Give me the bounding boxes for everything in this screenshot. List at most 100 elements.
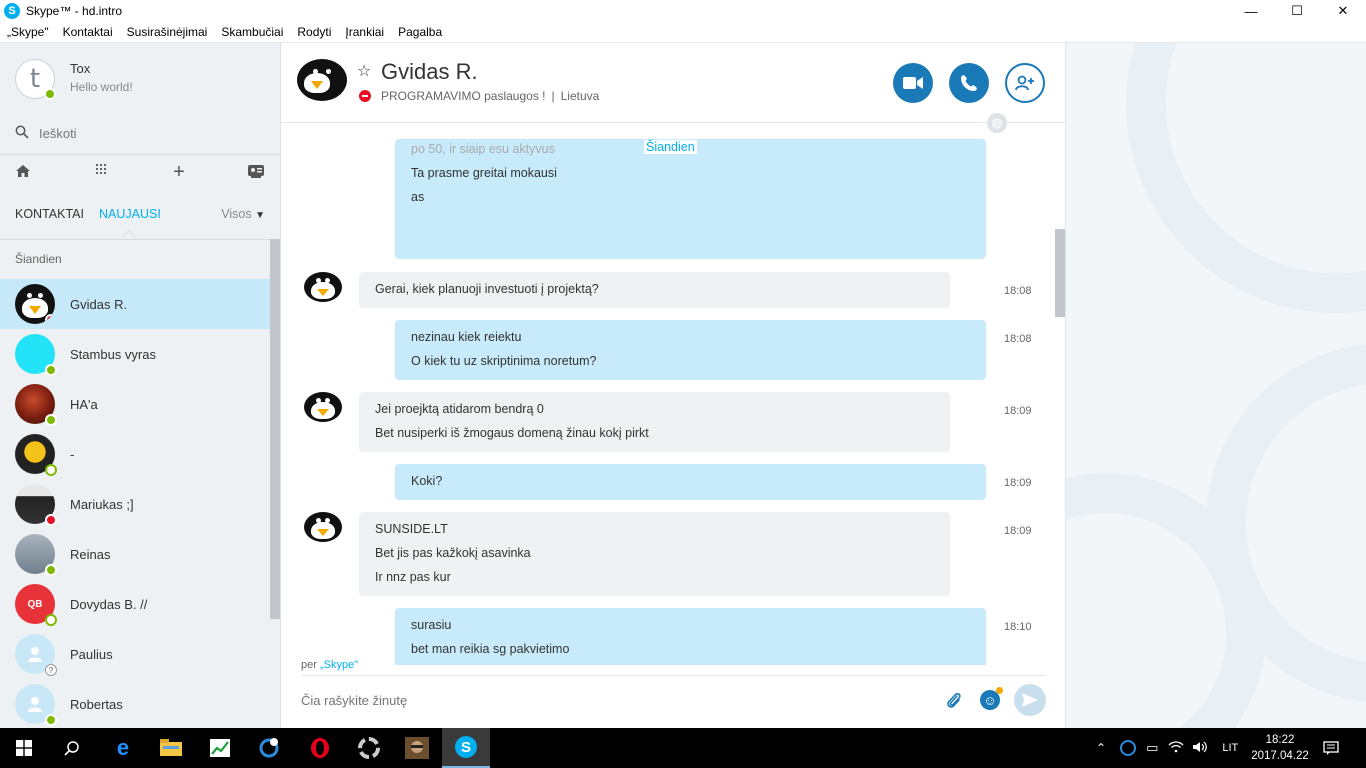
battery-icon[interactable]: ▭ xyxy=(1146,740,1158,756)
online-status-icon xyxy=(45,714,57,726)
file-explorer-icon[interactable] xyxy=(147,728,195,768)
message-line: Jei proejktą atidarom bendrą 0 xyxy=(375,402,544,416)
clock[interactable]: 18:22 2017.04.22 xyxy=(1248,732,1312,764)
menu-tools[interactable]: Įrankiai xyxy=(338,25,391,39)
input-language[interactable]: LIT xyxy=(1222,742,1238,754)
chevron-up-icon[interactable]: ⌃ xyxy=(1096,741,1106,755)
contact-avatar xyxy=(15,534,57,576)
search-icon xyxy=(15,125,33,142)
online-status-icon xyxy=(45,364,57,376)
close-button[interactable]: ✕ xyxy=(1320,0,1366,22)
skype-logo-icon: S xyxy=(455,736,477,758)
add-people-button[interactable] xyxy=(1005,63,1045,103)
menu-view[interactable]: Rodyti xyxy=(290,25,338,39)
contact-row[interactable]: - xyxy=(0,429,270,479)
plus-icon[interactable]: + xyxy=(169,162,189,182)
tab-recent[interactable]: NAUJAUSI xyxy=(99,207,161,221)
contact-row[interactable]: ? Paulius xyxy=(0,629,270,679)
contact-row[interactable]: QB Dovydas B. // xyxy=(0,579,270,629)
video-call-button[interactable] xyxy=(893,63,933,103)
online-status-icon xyxy=(44,88,56,100)
opera-browser-icon[interactable] xyxy=(296,728,344,768)
via-service-link[interactable]: „Skype" xyxy=(320,659,358,671)
contact-mood: PROGRAMAVIMO paslaugos ! | Lietuva xyxy=(359,89,599,103)
sync-app-icon[interactable] xyxy=(245,728,293,768)
menu-conversations[interactable]: Susirašinėjimai xyxy=(120,25,215,39)
message-input[interactable] xyxy=(301,693,901,708)
contact-avatar: ? xyxy=(15,634,57,676)
chevron-down-icon: ▼ xyxy=(255,210,265,221)
menu-contacts[interactable]: Kontaktai xyxy=(56,25,120,39)
my-profile[interactable]: t Tox Hello world! xyxy=(15,59,133,100)
my-avatar[interactable]: t xyxy=(15,59,56,100)
search-icon[interactable] xyxy=(48,728,96,768)
windows-taskbar: e S ⌃ ▭ LIT 18:22 2017.04.22 xyxy=(0,728,1366,768)
message-line: surasiu xyxy=(411,618,452,632)
outgoing-message: po 50, ir siaip esu aktyvus Ta prasme gr… xyxy=(395,139,986,259)
default-user-icon xyxy=(28,647,42,662)
contact-name: Mariukas ;] xyxy=(70,496,134,512)
send-icon xyxy=(1022,693,1038,707)
incoming-message: Jei proejktą atidarom bendrą 0 Bet nusip… xyxy=(359,392,950,452)
filter-label: Visos xyxy=(221,207,252,221)
sender-avatar xyxy=(304,512,342,542)
audio-call-button[interactable] xyxy=(949,63,989,103)
action-center-icon[interactable] xyxy=(1323,728,1339,768)
edge-browser-icon[interactable]: e xyxy=(99,728,147,768)
menu-skype[interactable]: „Skype" xyxy=(0,25,56,39)
conversation-header: ☆ Gvidas R. PROGRAMAVIMO paslaugos ! | L… xyxy=(281,43,1065,123)
day-separator: Šiandien xyxy=(644,140,697,154)
contact-avatar xyxy=(15,434,57,476)
dialpad-icon[interactable] xyxy=(91,163,111,182)
maximize-button[interactable]: ☐ xyxy=(1274,0,1320,22)
contact-row[interactable]: Reinas xyxy=(0,529,270,579)
message-timestamp: 18:08 xyxy=(1004,333,1032,345)
sidebar-scrollbar[interactable] xyxy=(270,239,280,619)
contact-row[interactable]: Gvidas R. xyxy=(0,279,270,329)
sync-tray-icon[interactable] xyxy=(1120,740,1137,756)
message-line: Gerai, kiek planuoji investuoti į projek… xyxy=(375,282,599,296)
outgoing-message: nezinau kiek reiektu O kiek tu uz skript… xyxy=(395,320,986,380)
menu-bar: „Skype" Kontaktai Susirašinėjimai Skambu… xyxy=(0,22,1366,43)
contact-row[interactable]: Robertas xyxy=(0,679,270,729)
compose-area: ☺ xyxy=(301,675,1046,728)
home-icon[interactable] xyxy=(13,163,33,184)
away-status-icon xyxy=(45,464,57,476)
contact-name: Stambus vyras xyxy=(70,346,156,362)
menu-help[interactable]: Pagalba xyxy=(391,25,449,39)
favorite-star-icon[interactable]: ☆ xyxy=(357,61,371,81)
filter-dropdown[interactable]: Visos ▼ xyxy=(221,207,265,221)
message-timestamp: 18:09 xyxy=(1004,405,1032,417)
contact-avatar xyxy=(15,484,57,526)
skype-taskbar-icon[interactable]: S xyxy=(442,728,490,768)
start-button[interactable] xyxy=(0,728,48,768)
minimize-button[interactable]: — xyxy=(1228,0,1274,22)
message-line: Koki? xyxy=(411,474,443,488)
contact-row[interactable]: Mariukas ;] xyxy=(0,479,270,529)
sidebar: t Tox Hello world! + KONTAKTAI NAUJAUSI … xyxy=(0,43,281,728)
tab-contacts[interactable]: KONTAKTAI xyxy=(15,207,84,221)
contact-avatar: QB xyxy=(15,584,57,626)
volume-icon[interactable] xyxy=(1192,741,1208,756)
conversation-scrollbar[interactable] xyxy=(1055,229,1065,317)
my-mood[interactable]: Hello world! xyxy=(70,80,133,94)
default-user-icon xyxy=(28,697,42,712)
aperture-app-icon[interactable] xyxy=(345,728,393,768)
search-input[interactable] xyxy=(39,126,239,141)
contact-avatar[interactable] xyxy=(297,59,347,101)
clock-time: 18:22 xyxy=(1265,734,1295,746)
outgoing-message: Koki? xyxy=(395,464,986,500)
game-app-icon[interactable] xyxy=(393,728,441,768)
attach-file-icon[interactable] xyxy=(946,691,962,716)
contact-row[interactable]: HA'a xyxy=(0,379,270,429)
spreadsheet-app-icon[interactable] xyxy=(196,728,244,768)
contact-card-icon[interactable] xyxy=(246,163,266,184)
emoticon-icon[interactable]: ☺ xyxy=(980,687,1003,710)
contact-row[interactable]: Stambus vyras xyxy=(0,329,270,379)
search-bar[interactable] xyxy=(15,125,239,142)
message-line: nezinau kiek reiektu xyxy=(411,330,522,344)
menu-calls[interactable]: Skambučiai xyxy=(214,25,290,39)
wifi-icon[interactable] xyxy=(1168,740,1184,756)
send-button[interactable] xyxy=(1014,684,1046,716)
busy-status-icon xyxy=(45,514,57,526)
